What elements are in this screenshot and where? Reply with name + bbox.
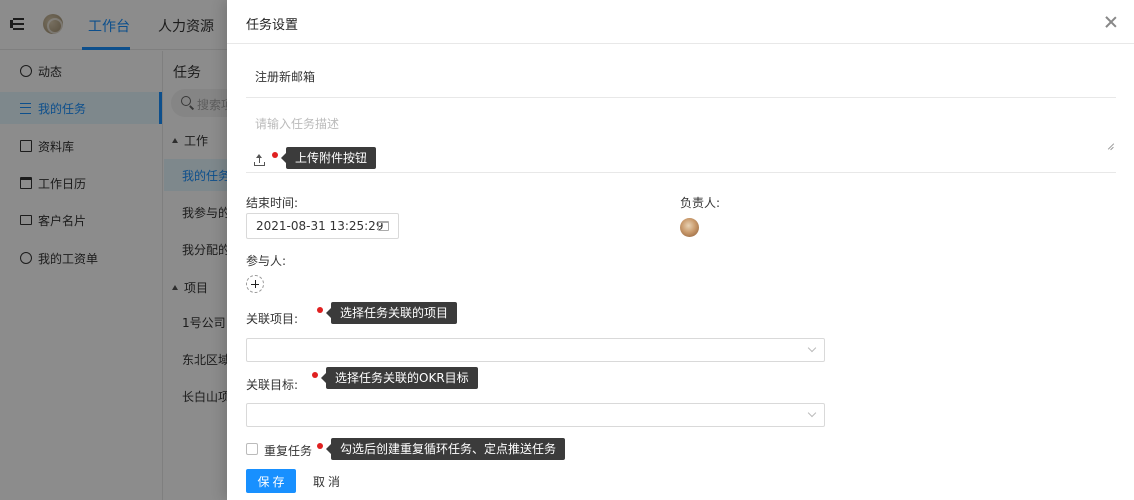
end-time-value: 2021-08-31 13:25:29 bbox=[256, 219, 384, 233]
resize-handle-icon[interactable] bbox=[1107, 143, 1114, 150]
okr-select[interactable] bbox=[246, 403, 825, 427]
upload-icon[interactable] bbox=[254, 154, 265, 166]
hint-marker bbox=[317, 307, 323, 313]
project-label: 关联项目: bbox=[246, 312, 299, 326]
repeat-task-label: 重复任务 bbox=[264, 444, 313, 458]
okr-label: 关联目标: bbox=[246, 378, 299, 392]
okr-tooltip: 选择任务关联的OKR目标 bbox=[321, 367, 478, 389]
chevron-down-icon bbox=[807, 343, 817, 353]
end-time-picker[interactable]: 2021-08-31 13:25:29 bbox=[246, 213, 399, 239]
repeat-tooltip: 勾选后创建重复循环任务、定点推送任务 bbox=[325, 438, 566, 460]
hint-marker bbox=[272, 152, 278, 158]
project-tooltip: 选择任务关联的项目 bbox=[325, 302, 458, 324]
divider bbox=[246, 172, 1116, 173]
save-button[interactable]: 保存 bbox=[246, 469, 296, 493]
task-description-input[interactable] bbox=[246, 108, 1116, 152]
close-icon[interactable] bbox=[1105, 16, 1117, 28]
task-name-field[interactable]: 注册新邮箱 bbox=[246, 53, 1116, 98]
avatar[interactable] bbox=[680, 218, 699, 237]
hint-marker bbox=[312, 372, 318, 378]
project-select[interactable] bbox=[246, 338, 825, 362]
cancel-button[interactable]: 取消 bbox=[307, 469, 349, 493]
owner-label: 负责人: bbox=[680, 196, 721, 210]
calendar-icon bbox=[378, 221, 389, 231]
end-time-label: 结束时间: bbox=[246, 196, 299, 210]
chevron-down-icon bbox=[807, 408, 817, 418]
upload-tooltip: 上传附件按钮 bbox=[280, 147, 377, 169]
add-participant-button[interactable] bbox=[246, 275, 264, 293]
drawer-header: 任务设置 bbox=[227, 0, 1134, 44]
task-settings-drawer: 任务设置 注册新邮箱 上传附件按钮 结束时间: 2021-08-31 13:25… bbox=[227, 0, 1134, 500]
drawer-title: 任务设置 bbox=[246, 18, 299, 33]
hint-marker bbox=[317, 443, 323, 449]
repeat-task-checkbox[interactable] bbox=[246, 443, 258, 455]
participants-label: 参与人: bbox=[246, 254, 287, 268]
